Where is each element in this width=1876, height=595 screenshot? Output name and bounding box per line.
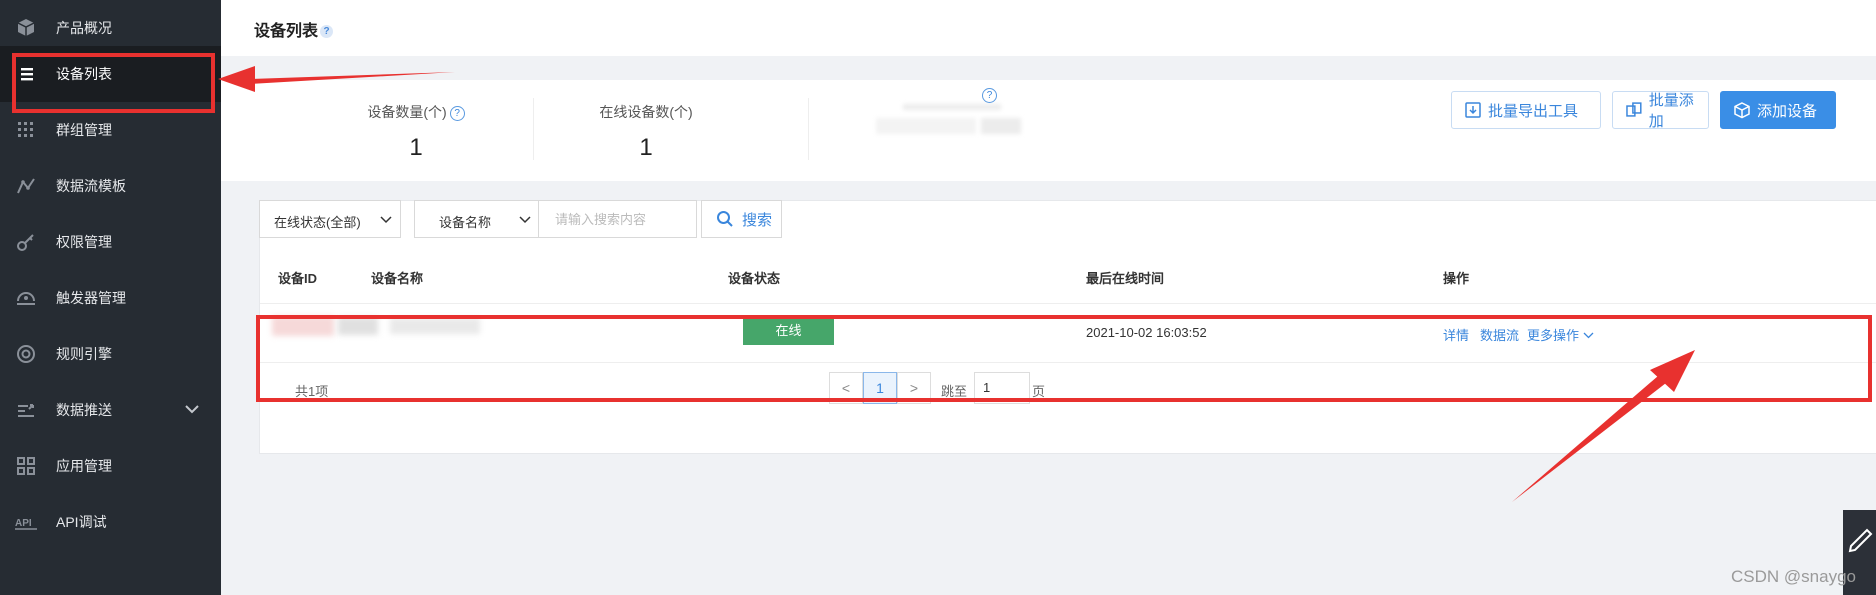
pencil-icon bbox=[1848, 528, 1873, 553]
annotation-arrow-tail-left bbox=[250, 72, 455, 84]
watermark: CSDN @snaygo bbox=[1731, 567, 1856, 586]
annotation-arrows bbox=[218, 66, 1695, 502]
annotation-arrow-tail-right bbox=[1512, 376, 1666, 502]
annotation-arrowhead-left bbox=[218, 66, 255, 92]
